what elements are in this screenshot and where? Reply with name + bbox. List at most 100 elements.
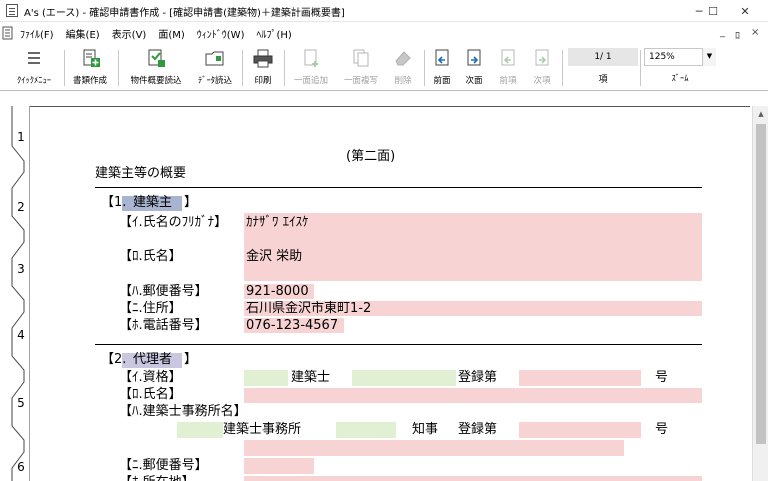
toolbar-separator: [562, 50, 563, 86]
title-bar: A's (エース) - 確認申請書作成 - [確認申請書(建築物)＋建築計画概要…: [0, 0, 768, 22]
toolbar-separator: [640, 50, 641, 86]
app-icon: [6, 4, 18, 17]
add-page-button[interactable]: 一面追加: [288, 48, 334, 88]
qualification-label: 【ｲ.資格】: [119, 370, 182, 385]
prev-item-button[interactable]: 前項: [494, 48, 522, 88]
copy-page-label: 一面複写: [343, 76, 378, 86]
window-title: A's (エース) - 確認申請書作成 - [確認申請書(建築物)＋建築計画概要…: [24, 8, 345, 19]
menu-file[interactable]: ﾌｧｲﾙ(F): [20, 26, 54, 41]
mdi-restore-button[interactable]: ﾛ: [735, 27, 740, 42]
menu-view[interactable]: 表示(V): [112, 26, 147, 41]
eraser-icon: [395, 51, 411, 66]
tab-3[interactable]: 3: [14, 262, 28, 276]
section1-close: 】: [184, 195, 198, 210]
agent-name-label: 【ﾛ.氏名】: [119, 387, 182, 402]
agent-address-label: 【ﾎ.所在地】: [119, 475, 195, 481]
furigana-field[interactable]: ｶﾅｻﾞﾜ ｴｲｽｹ: [246, 215, 309, 231]
office-text: 建築士事務所: [223, 422, 302, 437]
owner-input-area[interactable]: [244, 213, 702, 281]
agent-name-field[interactable]: [244, 388, 702, 403]
page-number-label: 項: [598, 75, 608, 85]
import-data-button[interactable]: ﾃﾞｰﾀ読込: [192, 48, 238, 88]
agent-postal-label: 【ﾆ.郵便番号】: [119, 458, 208, 473]
toolbar-separator: [424, 50, 425, 86]
toolbar-separator: [64, 50, 65, 86]
copy-page-button[interactable]: 一面複写: [338, 48, 384, 88]
menu-page[interactable]: 面(M): [158, 26, 184, 41]
new-document-button[interactable]: 書類作成: [68, 48, 112, 88]
toolbar-separator: [118, 50, 119, 86]
tab-2[interactable]: 2: [14, 200, 28, 214]
zoom-label: ｽﾞｰﾑ: [671, 74, 689, 84]
qualification-authority-field[interactable]: [352, 370, 456, 386]
delete-label: 削除: [394, 76, 412, 86]
tab-4[interactable]: 4: [14, 328, 28, 342]
divider: [95, 187, 702, 188]
governor-text: 知事: [412, 422, 439, 437]
prefecture-field[interactable]: [336, 422, 396, 438]
office-name-label: 【ﾊ.建築士事務所名】: [119, 404, 247, 419]
office-number-suffix: 号: [655, 422, 669, 437]
tab-6[interactable]: 6: [14, 460, 28, 474]
section1-title: 建築主: [133, 195, 173, 210]
agent-postal-field[interactable]: [244, 458, 314, 474]
next-page-label: 次面: [465, 76, 483, 86]
registration-text: 登録第: [458, 370, 498, 385]
vertical-scrollbar[interactable]: ▲: [752, 106, 768, 481]
menu-edit[interactable]: 編集(E): [66, 26, 100, 41]
mdi-minimize-button[interactable]: _: [720, 27, 725, 38]
postal-label: 【ﾊ.郵便番号】: [119, 284, 208, 299]
hamburger-icon: [28, 52, 40, 64]
agent-address-field[interactable]: [244, 476, 702, 481]
import-summary-button[interactable]: 物件概要読込: [124, 48, 188, 88]
print-button[interactable]: 印刷: [246, 48, 280, 88]
tab-1[interactable]: 1: [14, 130, 28, 144]
next-page-button[interactable]: 次面: [460, 48, 488, 88]
add-page-icon: [304, 49, 318, 67]
zoom-control: 125% ▼ ｽﾞｰﾑ: [644, 48, 716, 88]
address-field[interactable]: 石川県金沢市東町1-2: [246, 301, 371, 317]
delete-button[interactable]: 削除: [388, 48, 418, 88]
close-button[interactable]: ✕: [722, 0, 768, 22]
section2-close: 】: [184, 352, 198, 367]
qualification-select[interactable]: [244, 370, 288, 386]
import-summary-icon: [148, 49, 165, 67]
mdi-close-button[interactable]: ×: [751, 27, 759, 38]
office-type-select[interactable]: [177, 422, 223, 438]
registration-number-field[interactable]: [519, 370, 641, 386]
toolbar-separator: [284, 50, 285, 86]
phone-field[interactable]: 076-123-4567: [246, 318, 338, 334]
print-label: 印刷: [254, 76, 272, 86]
postal-field[interactable]: 921-8000: [246, 284, 309, 300]
menu-window[interactable]: ｳｨﾝﾄﾞｳ(W): [197, 26, 245, 41]
address-label: 【ﾆ.住所】: [119, 301, 182, 316]
owner-name-label: 【ﾛ.氏名】: [119, 249, 182, 264]
office-registration-text: 登録第: [458, 422, 498, 437]
folder-icon: [205, 51, 224, 66]
document-title: 建築主等の概要: [95, 166, 187, 181]
next-item-button[interactable]: 次項: [528, 48, 556, 88]
next-page-icon: [467, 49, 481, 66]
menu-help[interactable]: ﾍﾙﾌﾟ(H): [256, 26, 291, 41]
tab-5[interactable]: 5: [14, 396, 28, 410]
copy-page-icon: [353, 49, 369, 67]
new-document-label: 書類作成: [72, 76, 107, 86]
scroll-up-arrow[interactable]: ▲: [753, 106, 768, 122]
prev-item-icon: [501, 49, 515, 66]
divider: [95, 344, 702, 345]
prev-page-button[interactable]: 前面: [428, 48, 456, 88]
office-name-field[interactable]: [244, 440, 624, 456]
quick-menu-button[interactable]: ｸｲｯｸﾒﾆｭｰ: [8, 48, 60, 88]
furigana-label: 【ｲ.氏名のﾌﾘｶﾞﾅ】: [119, 215, 228, 230]
toolbar-separator: [242, 50, 243, 86]
office-registration-field[interactable]: [519, 422, 641, 438]
scroll-thumb[interactable]: [756, 124, 766, 444]
printer-icon: [253, 49, 273, 68]
section2-title: 代理者: [133, 352, 173, 367]
next-item-icon: [535, 49, 549, 66]
owner-name-field[interactable]: 金沢 栄助: [246, 249, 302, 265]
page-number-value: 1/ 1: [568, 48, 638, 66]
chevron-down-icon[interactable]: ▼: [702, 48, 716, 66]
quick-menu-label: ｸｲｯｸﾒﾆｭｰ: [16, 76, 51, 86]
menu-bar: ﾌｧｲﾙ(F) 編集(E) 表示(V) 面(M) ｳｨﾝﾄﾞｳ(W) ﾍﾙﾌﾟ(…: [0, 23, 768, 43]
